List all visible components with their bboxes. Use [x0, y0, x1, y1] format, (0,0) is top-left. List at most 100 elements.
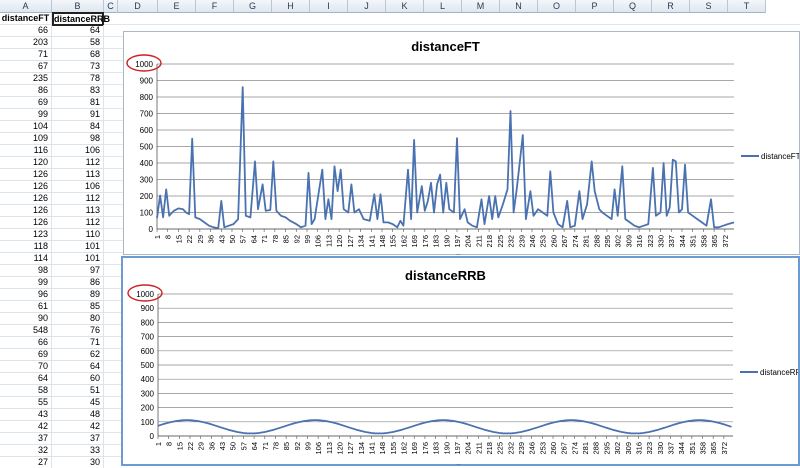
data-cell[interactable]: 43 — [0, 409, 52, 421]
data-cell[interactable]: 116 — [0, 145, 52, 157]
data-cell[interactable]: 548 — [0, 325, 52, 337]
data-cell[interactable]: 113 — [52, 169, 104, 181]
column-header-j[interactable]: J — [348, 0, 386, 13]
data-cell[interactable]: 42 — [0, 421, 52, 433]
data-cell[interactable]: 85 — [52, 301, 104, 313]
chart-distanceft[interactable]: distanceFT 1000 900 800 700 600 500 400 300 200 10… — [123, 31, 800, 255]
data-cell[interactable]: 106 — [52, 181, 104, 193]
data-cell[interactable]: 110 — [52, 229, 104, 241]
data-cell[interactable]: 27 — [0, 457, 52, 468]
data-cell[interactable]: 114 — [0, 253, 52, 265]
resize-handle[interactable]: ···· — [456, 462, 461, 468]
data-cell[interactable]: 99 — [0, 109, 52, 121]
data-cell[interactable]: 86 — [52, 277, 104, 289]
column-header-t[interactable]: T — [728, 0, 766, 13]
data-cell[interactable]: 126 — [0, 193, 52, 205]
data-cell[interactable]: 69 — [0, 97, 52, 109]
data-cell[interactable]: 81 — [52, 97, 104, 109]
header-cell-a[interactable]: distanceFT — [0, 13, 52, 25]
column-header-i[interactable]: I — [310, 0, 348, 13]
data-cell[interactable]: 91 — [52, 109, 104, 121]
data-cell[interactable]: 90 — [0, 313, 52, 325]
data-cell[interactable]: 69 — [0, 349, 52, 361]
data-cell[interactable]: 67 — [0, 61, 52, 73]
data-cell[interactable]: 86 — [0, 85, 52, 97]
data-cell[interactable]: 30 — [52, 457, 104, 468]
data-cell[interactable]: 112 — [52, 193, 104, 205]
data-cell[interactable]: 51 — [52, 385, 104, 397]
data-cell[interactable]: 101 — [52, 253, 104, 265]
data-cell[interactable]: 70 — [0, 361, 52, 373]
data-cell[interactable]: 37 — [0, 433, 52, 445]
data-cell[interactable]: 118 — [0, 241, 52, 253]
column-header-n[interactable]: N — [500, 0, 538, 13]
column-header-c[interactable]: C — [104, 0, 118, 13]
data-cell[interactable]: 106 — [52, 145, 104, 157]
data-cell[interactable]: 64 — [52, 361, 104, 373]
column-header-s[interactable]: S — [690, 0, 728, 13]
data-cell[interactable]: 58 — [0, 385, 52, 397]
data-cell[interactable]: 48 — [52, 409, 104, 421]
data-cell[interactable]: 68 — [52, 49, 104, 61]
data-cell[interactable]: 32 — [0, 445, 52, 457]
data-cell[interactable]: 98 — [52, 133, 104, 145]
column-header-e[interactable]: E — [158, 0, 196, 13]
data-cell[interactable]: 80 — [52, 313, 104, 325]
data-cell[interactable]: 120 — [0, 157, 52, 169]
data-cell[interactable]: 71 — [52, 337, 104, 349]
column-header-h[interactable]: H — [272, 0, 310, 13]
data-cell[interactable]: 99 — [0, 277, 52, 289]
data-cell[interactable]: 60 — [52, 373, 104, 385]
column-header-l[interactable]: L — [424, 0, 462, 13]
data-cell[interactable]: 109 — [0, 133, 52, 145]
data-cell[interactable]: 112 — [52, 217, 104, 229]
data-cell[interactable]: 97 — [52, 265, 104, 277]
data-cell[interactable]: 83 — [52, 85, 104, 97]
data-cell[interactable]: 113 — [52, 205, 104, 217]
column-header-f[interactable]: F — [196, 0, 234, 13]
data-cell[interactable]: 78 — [52, 73, 104, 85]
data-cell[interactable]: 84 — [52, 121, 104, 133]
column-header-g[interactable]: G — [234, 0, 272, 13]
series-line-distanceft[interactable] — [156, 86, 735, 230]
data-cell[interactable]: 123 — [0, 229, 52, 241]
column-header-k[interactable]: K — [386, 0, 424, 13]
data-cell[interactable]: 203 — [0, 37, 52, 49]
column-header-q[interactable]: Q — [614, 0, 652, 13]
data-cell[interactable]: 126 — [0, 169, 52, 181]
header-cell-b[interactable]: distanceRRB — [52, 12, 110, 26]
data-cell[interactable]: 73 — [52, 61, 104, 73]
data-cell[interactable]: 126 — [0, 217, 52, 229]
data-cell[interactable]: 55 — [0, 397, 52, 409]
column-header-d[interactable]: D — [118, 0, 158, 13]
data-cell[interactable]: 76 — [52, 325, 104, 337]
data-cell[interactable]: 104 — [0, 121, 52, 133]
chart-distancerrb[interactable]: distanceRRB 1000 900 800 700 600 500 400 300 200 1… — [121, 256, 800, 466]
data-cell[interactable]: 66 — [0, 25, 52, 37]
data-cell[interactable]: 126 — [0, 181, 52, 193]
data-cell[interactable]: 98 — [0, 265, 52, 277]
data-cell[interactable]: 33 — [52, 445, 104, 457]
data-cell[interactable]: 126 — [0, 205, 52, 217]
data-cell[interactable]: 42 — [52, 421, 104, 433]
data-cell[interactable]: 101 — [52, 241, 104, 253]
column-header-o[interactable]: O — [538, 0, 576, 13]
resize-handle[interactable]: ···· — [456, 252, 461, 258]
data-cell[interactable]: 61 — [0, 301, 52, 313]
data-cell[interactable]: 62 — [52, 349, 104, 361]
column-header-a[interactable]: A — [0, 0, 52, 13]
data-cell[interactable]: 64 — [0, 373, 52, 385]
data-cell[interactable]: 58 — [52, 37, 104, 49]
data-cell[interactable]: 89 — [52, 289, 104, 301]
column-header-m[interactable]: M — [462, 0, 500, 13]
data-cell[interactable]: 37 — [52, 433, 104, 445]
data-cell[interactable]: 45 — [52, 397, 104, 409]
data-cell[interactable]: 235 — [0, 73, 52, 85]
column-header-r[interactable]: R — [652, 0, 690, 13]
data-cell[interactable]: 96 — [0, 289, 52, 301]
column-header-p[interactable]: P — [576, 0, 614, 13]
data-cell[interactable]: 64 — [52, 25, 104, 37]
data-cell[interactable]: 71 — [0, 49, 52, 61]
data-cell[interactable]: 112 — [52, 157, 104, 169]
data-cell[interactable]: 66 — [0, 337, 52, 349]
